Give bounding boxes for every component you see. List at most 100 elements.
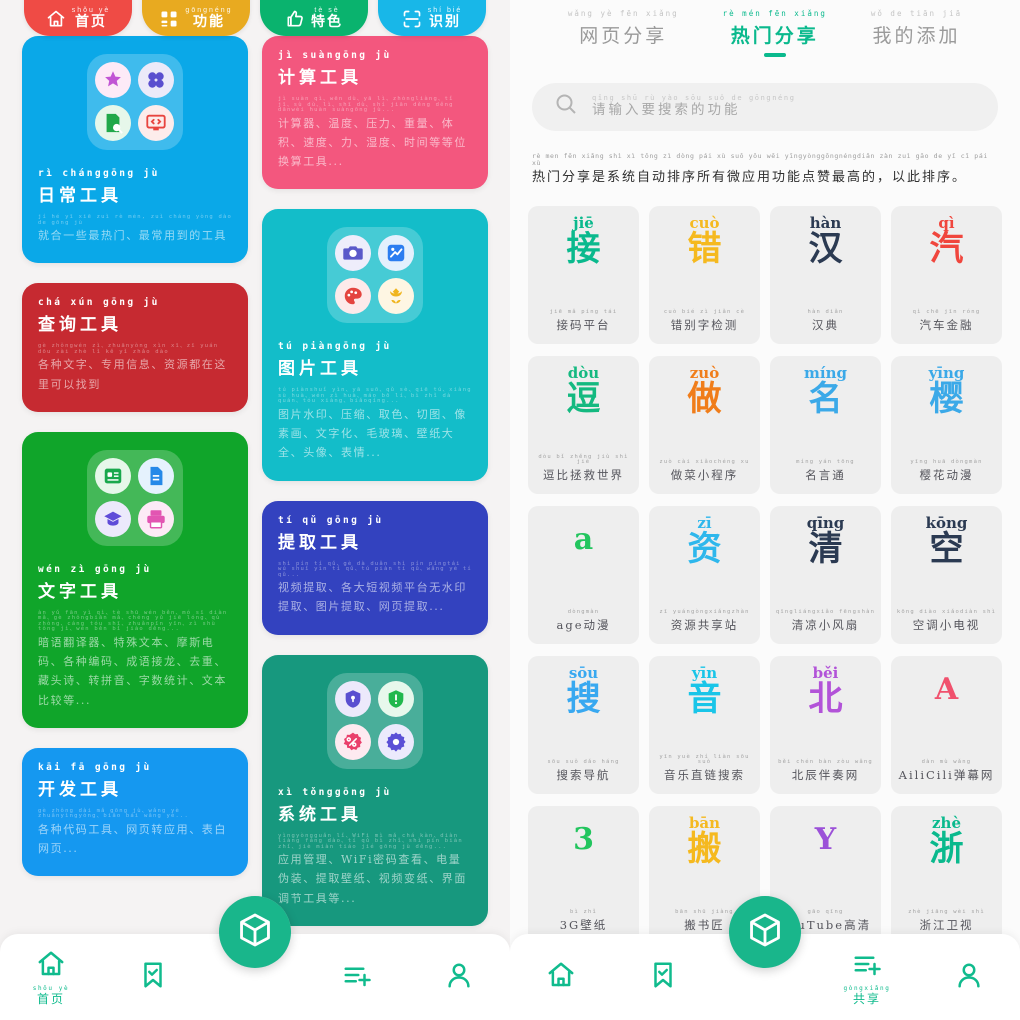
app-name-pinyin: yīn yuè zhí liàn sōu suǒ xyxy=(659,753,750,766)
left-panel: shǒu yè 首页 gōngnéng 功能 tè sè 特色 shí bié 识别 rì c… xyxy=(0,0,510,1020)
app-name-pinyin: míng yán tōng xyxy=(796,459,855,466)
app-glyph: 音 xyxy=(687,678,722,719)
share-tab-1[interactable]: wǎng yè fēn xiǎng 网页分享 xyxy=(568,10,679,57)
card-description-pinyin: jí hé yī xiē zuì rè mén, zuì cháng yòng … xyxy=(38,214,232,226)
tool-card[interactable]: tú piàngōng jù 图片工具 tú piànshuǐ yìn、yā suō… xyxy=(262,209,488,481)
notice-text: rè men fēn xiǎng shì xì tǒng zì dòng pái… xyxy=(532,151,998,188)
card-description-text: 图片水印、压缩、取色、切图、像素画、文字化、毛玻璃、壁纸大全、头像、表情... xyxy=(278,407,467,460)
card-description-pinyin: àn yǔ fān yì qì、tè shū wén běn、mó sī dià… xyxy=(38,609,228,633)
app-grid-item[interactable]: zī 资 zī yuángòngxiǎngzhàn 资源共享站 xyxy=(649,505,760,644)
tool-card[interactable]: xì tǒnggōng jù 系统工具 yìngyòngguǎn lǐ、WiFi m… xyxy=(262,654,488,926)
nav-item-home[interactable]: shǒu yè 首页 xyxy=(0,949,102,1005)
center-fab-button[interactable] xyxy=(219,896,291,968)
card-title-pinyin: chá xún gōng jù xyxy=(38,297,160,309)
nav-item-share-add[interactable] xyxy=(306,960,408,995)
app-name: 错别字检测 xyxy=(670,317,739,332)
camera-icon xyxy=(335,235,371,272)
id-card-icon xyxy=(95,457,131,494)
card-description: yìngyòngguǎn lǐ、WiFi mì mǎ chá kàn、diàn … xyxy=(278,833,472,908)
app-grid-item[interactable]: yīng 樱 yīng huā dòngmàn 樱花动漫 xyxy=(891,355,1002,494)
app-glyph: 搬 xyxy=(687,828,722,869)
app-grid-item[interactable]: běi 北 běi chén bàn zòu wǎng 北辰伴奏网 xyxy=(770,655,881,794)
app-grid-item[interactable]: dòu 逗 dòu bǐ zhěng jiù shì jiè 逗比拯救世界 xyxy=(528,355,639,494)
shield-alert-icon xyxy=(378,680,414,717)
share-add-icon xyxy=(342,960,372,995)
tool-card[interactable]: wén zì gōng jù 文字工具 àn yǔ fān yì qì、tè shū… xyxy=(22,431,248,728)
tool-card[interactable]: jì suàngōng jù 计算工具 jì suàn qì、wēn dù、yā l… xyxy=(262,36,488,190)
app-name: 空调小电视 xyxy=(912,617,981,632)
app-grid-item[interactable]: qì 汽 qì chē jīn róng 汽车金融 xyxy=(891,205,1002,344)
share-tab-bar: wǎng yè fēn xiǎng 网页分享 rè mén fēn xiǎng 热门分… xyxy=(510,0,1020,61)
app-name: 3G壁纸 xyxy=(559,917,608,932)
notice-pinyin: rè men fēn xiǎng shì xì tǒng zì dòng pái… xyxy=(532,151,988,168)
app-name: 音乐直链搜索 xyxy=(664,767,745,782)
app-glyph: 空 xyxy=(929,528,964,569)
app-grid-item[interactable]: hàn 汉 hàn diǎn 汉典 xyxy=(770,205,881,344)
tool-card[interactable]: kāi fā gōng jù 开发工具 gè zhǒng dài mǎ gōng j… xyxy=(22,747,248,877)
card-title-pinyin: tí qǔ gōng jù xyxy=(278,514,384,526)
app-name-block: yīng huā dòngmàn 樱花动漫 xyxy=(910,460,982,484)
app-name-block: běi chén bàn zòu wǎng 北辰伴奏网 xyxy=(778,760,873,784)
app-name-block: jiē mǎ píng tái 接码平台 xyxy=(550,310,618,334)
app-grid-item[interactable]: cuò 错 cuò bié zì jiǎn cè 错别字检测 xyxy=(649,205,760,344)
app-name-pinyin: běi chén bàn zòu wǎng xyxy=(778,759,873,766)
nav-item-home[interactable] xyxy=(510,960,612,995)
app-name-pinyin: zhè jiāng wèi shì xyxy=(908,909,985,916)
share-tab-3[interactable]: wǒ de tiān jiā 我的添加 xyxy=(871,10,962,57)
search-input[interactable]: qǐng shū rù yào sōu suǒ de gōngnéng 请输入要… xyxy=(532,82,998,131)
app-grid-item[interactable]: jiē 接 jiē mǎ píng tái 接码平台 xyxy=(528,205,639,344)
center-fab-button[interactable] xyxy=(729,896,801,968)
app-name-pinyin: qīngliángxiǎo fēngshàn xyxy=(775,609,876,616)
category-tab-4[interactable]: shí bié 识别 xyxy=(378,0,486,36)
app-grid-item[interactable]: qīng 清 qīngliángxiǎo fēngshàn 清凉小风扇 xyxy=(770,505,881,644)
app-glyph: 汽 xyxy=(929,228,964,269)
category-tab-3[interactable]: tè sè 特色 xyxy=(260,0,368,36)
app-name-pinyin: zī yuángòngxiǎngzhàn xyxy=(659,609,750,616)
app-glyph: 浙 xyxy=(929,828,964,869)
app-grid-item[interactable]: míng 名 míng yán tōng 名言通 xyxy=(770,355,881,494)
palette-icon xyxy=(335,278,371,315)
app-name: AiliCili弹幕网 xyxy=(898,767,995,782)
app-name-block: bān shū jiàng 搬书匠 xyxy=(675,910,734,934)
category-tab-1[interactable]: shǒu yè 首页 xyxy=(24,0,132,36)
card-icon-grid xyxy=(327,672,423,769)
app-glyph: 资 xyxy=(687,528,722,569)
category-tab-pinyin: shí bié xyxy=(427,7,463,14)
card-title-pinyin: jì suàngōng jù xyxy=(278,50,392,61)
app-glyph: 3 xyxy=(573,821,594,857)
star-icon xyxy=(95,62,131,98)
card-title: 查询工具 xyxy=(38,315,122,336)
app-grid-item[interactable]: 3 bì zhǐ 3G壁纸 xyxy=(528,805,639,944)
app-glyph: a xyxy=(573,521,594,557)
app-grid-item[interactable]: yīn 音 yīn yuè zhí liàn sōu suǒ 音乐直链搜索 xyxy=(649,655,760,794)
app-grid-item[interactable]: Adàn mù wǎng AiliCili弹幕网 xyxy=(891,655,1002,794)
notice-chinese: 热门分享是系统自动排序所有微应用功能点赞最高的，以此排序。 xyxy=(532,170,968,186)
tool-card[interactable]: tí qǔ gōng jù 提取工具 shì pín tí qǔ、gè dà duǎ… xyxy=(262,500,488,635)
nav-item-person[interactable] xyxy=(408,960,510,995)
photo-chart-icon xyxy=(378,235,414,272)
nav-item-share-add[interactable]: gòngxiǎng 共享 xyxy=(816,949,918,1005)
app-grid-item[interactable]: zhè 浙 zhè jiāng wèi shì 浙江卫视 xyxy=(891,805,1002,944)
app-name-block: bì zhǐ 3G壁纸 xyxy=(560,910,608,934)
nav-item-bookmark-check[interactable] xyxy=(102,960,204,995)
app-name-pinyin: cuò bié zì jiǎn cè xyxy=(663,309,746,316)
card-description-text: 就合一些最热门、最常用到的工具 xyxy=(38,229,227,242)
app-glyph: 汉 xyxy=(808,228,843,269)
nav-item-bookmark-check[interactable] xyxy=(612,960,714,995)
app-glyph: 搜 xyxy=(566,678,601,719)
card-title: 图片工具 xyxy=(278,359,362,380)
app-name-pinyin: zuò cài xiǎochéng xu xyxy=(659,459,750,466)
app-name-pinyin: kōng diào xiǎodiàn shì xyxy=(896,609,997,616)
card-description-pinyin: gè zhǒng dài mǎ gōng jù、wǎng yè zhuǎnyìn… xyxy=(38,807,190,820)
app-grid-item[interactable]: zuò 做 zuò cài xiǎochéng xu 做菜小程序 xyxy=(649,355,760,494)
app-name-pinyin: bān shū jiàng xyxy=(675,909,734,916)
card-title-pinyin: xì tǒnggōng jù xyxy=(278,786,392,798)
app-grid-item[interactable]: sōu 搜 sōu suǒ dǎo háng 搜索导航 xyxy=(528,655,639,794)
app-grid-item[interactable]: a dòngmàn age动漫 xyxy=(528,505,639,644)
app-grid-item[interactable]: kōng 空 kōng diào xiǎodiàn shì 空调小电视 xyxy=(891,505,1002,644)
category-tab-2[interactable]: gōngnéng 功能 xyxy=(142,0,250,36)
nav-item-person[interactable] xyxy=(918,960,1020,995)
tool-card[interactable]: chá xún gōng jù 查询工具 gè zhǒngwén zì、zhuāny… xyxy=(22,283,248,412)
share-tab-2[interactable]: rè mén fēn xiǎng 热门分享 xyxy=(723,10,827,57)
tool-card[interactable]: rì chánggōng jù 日常工具 jí hé yī xiē zuì rè m… xyxy=(22,36,248,264)
